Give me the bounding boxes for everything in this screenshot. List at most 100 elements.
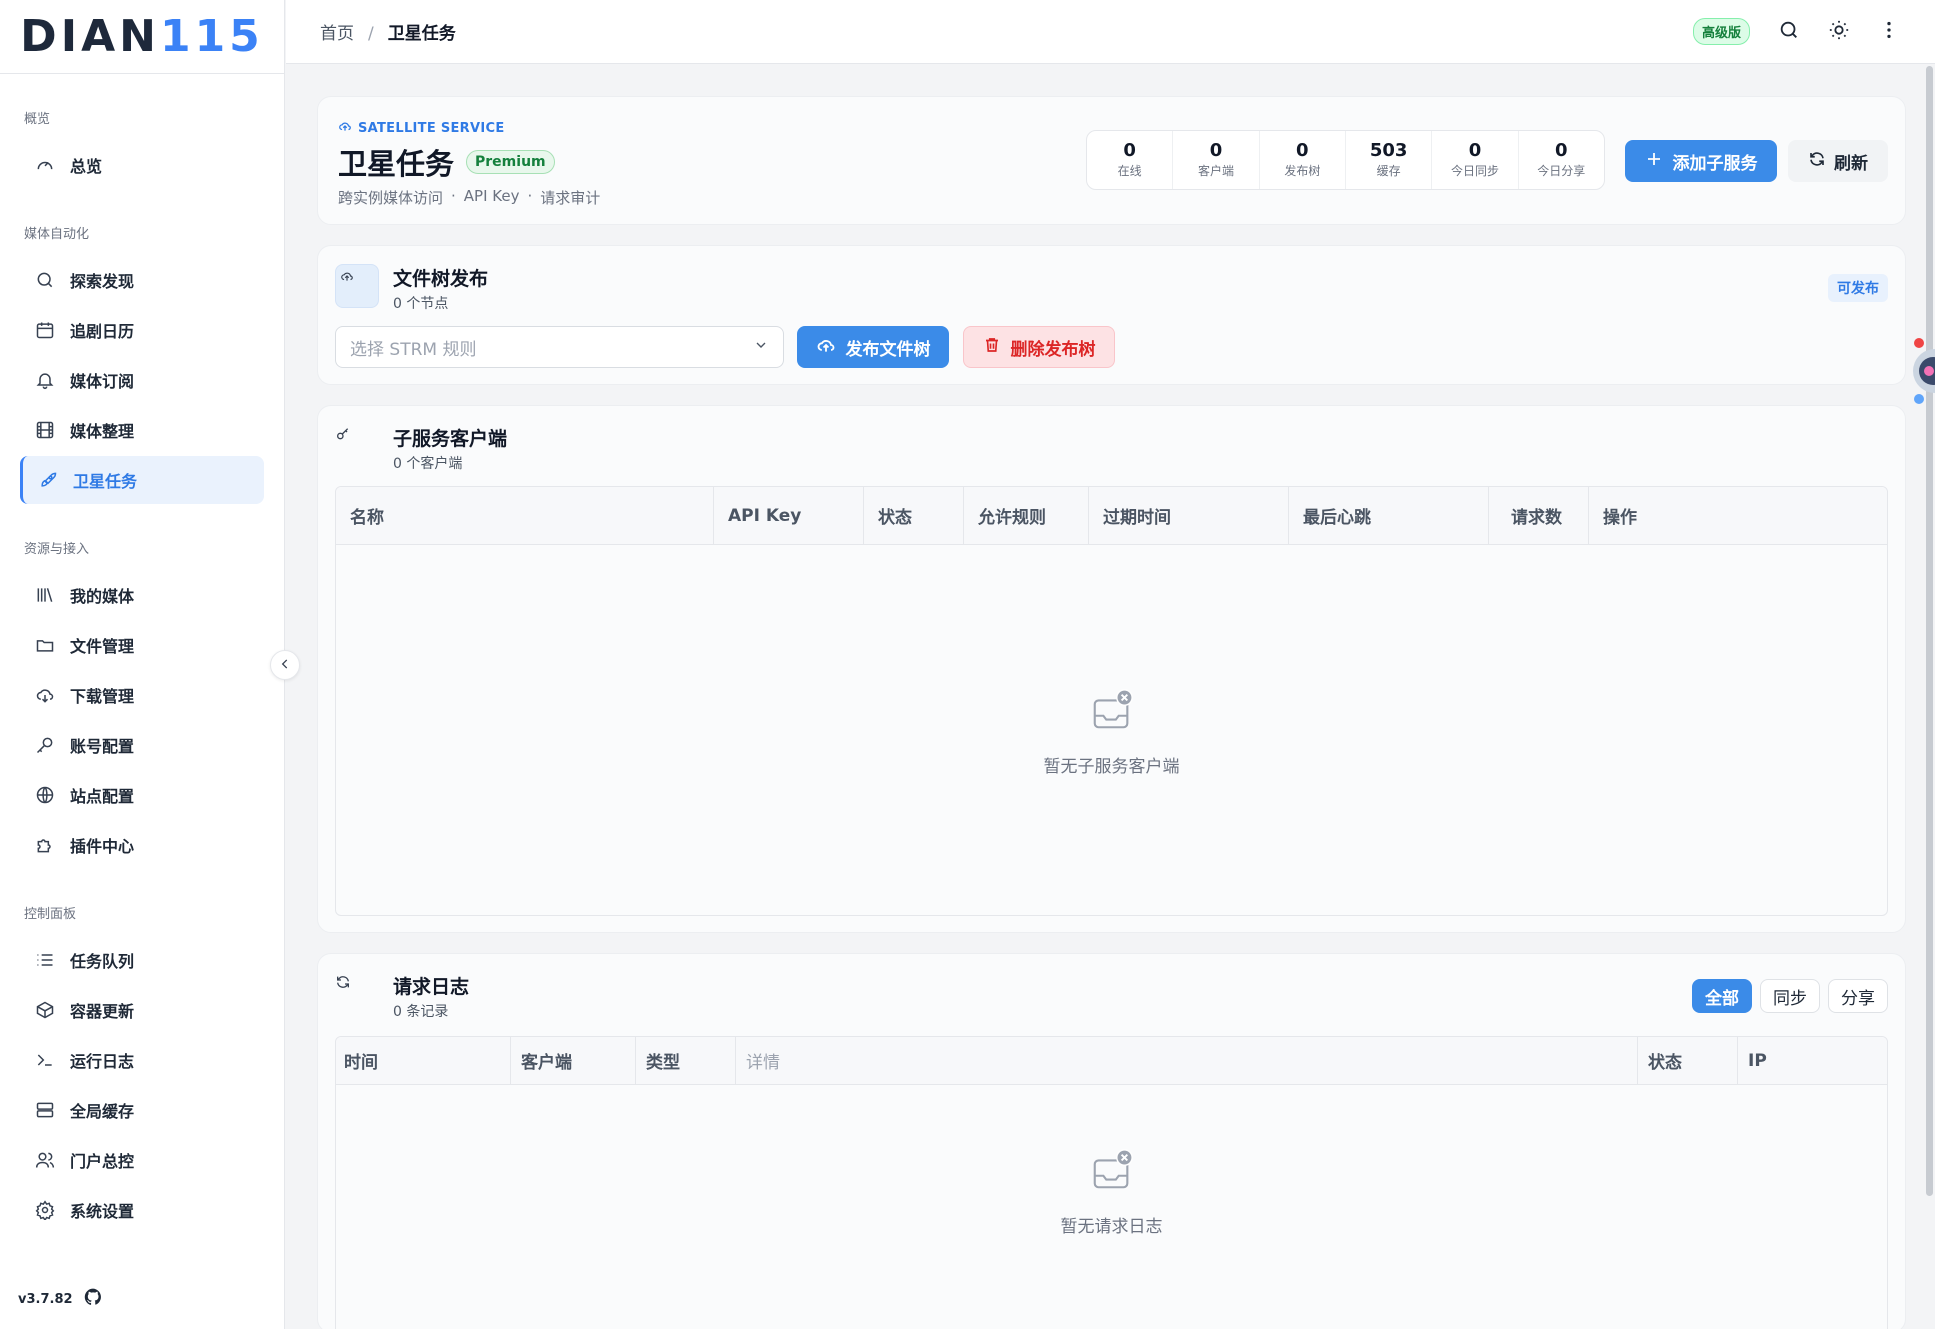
sidebar-item-calendar[interactable]: 追剧日历 [20, 306, 264, 354]
sidebar-nav: 概览 总览 媒体自动化 探索发现 追剧日历 媒体订阅 媒体整理 卫星任务 资源与… [0, 74, 284, 1234]
cloud-upload-icon [335, 264, 379, 308]
sidebar-item-task-queue[interactable]: 任务队列 [20, 936, 264, 984]
topbar-actions: 高级版 [1692, 18, 1900, 45]
gauge-icon [34, 154, 56, 176]
puzzle-icon [34, 834, 56, 856]
breadcrumb-home[interactable]: 首页 [320, 24, 354, 44]
section-title: 请求日志 [393, 976, 470, 998]
column-header[interactable]: 最后心跳 [1289, 487, 1489, 544]
column-header[interactable]: 详情 [736, 1037, 1638, 1084]
sun-icon[interactable] [1828, 19, 1850, 45]
filter-all-button[interactable]: 全部 [1692, 979, 1752, 1013]
server-icon [34, 1099, 56, 1121]
column-header[interactable]: 状态 [864, 487, 964, 544]
empty-inbox-icon [1089, 687, 1135, 738]
key-icon [34, 734, 56, 756]
logo[interactable]: DIAN115 [0, 0, 284, 74]
strm-rule-select[interactable]: 选择 STRM 规则 [335, 326, 784, 368]
more-vertical-icon[interactable] [1878, 19, 1900, 45]
tier-badge: Premium [466, 150, 555, 174]
request-logs-card: 请求日志 0 条记录 全部 同步 分享 时间 客户端 类型 详情 状态 IP 暂… [317, 953, 1906, 1329]
delete-tree-button[interactable]: 删除发布树 [963, 326, 1115, 368]
key-icon [335, 426, 351, 446]
column-header[interactable]: 时间 [336, 1037, 511, 1084]
column-header[interactable]: 客户端 [511, 1037, 636, 1084]
sidebar-item-overview[interactable]: 总览 [20, 141, 264, 189]
subservice-clients-card: 子服务客户端 0 个客户端 名称 API Key 状态 允许规则 过期时间 最后… [317, 405, 1906, 933]
nav-group-label: 资源与接入 [24, 542, 90, 557]
github-icon[interactable] [83, 1287, 103, 1311]
sidebar-item-label: 卫星任务 [73, 472, 138, 491]
clients-table: 名称 API Key 状态 允许规则 过期时间 最后心跳 请求数 操作 暂无子服… [335, 486, 1888, 916]
add-subservice-button[interactable]: 添加子服务 [1625, 140, 1777, 182]
sidebar-item-sites[interactable]: 站点配置 [20, 771, 264, 819]
section-title: 文件树发布 [393, 268, 489, 290]
section-subtitle: 0 条记录 [393, 1004, 449, 1020]
empty-inbox-icon [1089, 1147, 1135, 1198]
sidebar-item-label: 我的媒体 [70, 587, 135, 606]
stats-panel: 0 在线 0 客户端 0 发布树 503 缓存 0 今日同步 0 今日分享 [1086, 130, 1605, 190]
calendar-icon [34, 319, 56, 341]
log-filter-group: 全部 同步 分享 [1692, 979, 1888, 1013]
plus-icon [1645, 150, 1663, 173]
service-subtitle: 跨实例媒体访问 · API Key · 请求审计 [338, 187, 601, 207]
sidebar-item-container-update[interactable]: 容器更新 [20, 986, 264, 1034]
gear-icon [34, 1199, 56, 1221]
sidebar-item-plugins[interactable]: 插件中心 [20, 821, 264, 869]
section-subtitle: 0 个节点 [393, 296, 449, 312]
sidebar-item-accounts[interactable]: 账号配置 [20, 721, 264, 769]
sidebar-item-label: 运行日志 [70, 1052, 135, 1071]
sidebar-item-cache[interactable]: 全局缓存 [20, 1086, 264, 1134]
library-icon [34, 584, 56, 606]
nav-group-label: 概览 [24, 112, 51, 127]
refresh-icon [1808, 150, 1826, 173]
search-icon[interactable] [1778, 19, 1800, 45]
sidebar-item-label: 媒体整理 [70, 422, 135, 441]
sidebar-item-label: 总览 [70, 157, 103, 176]
column-header[interactable]: 请求数 [1489, 487, 1589, 544]
sidebar-item-label: 门户总控 [70, 1152, 135, 1171]
sidebar-item-logs[interactable]: 运行日志 [20, 1036, 264, 1084]
column-header[interactable]: 名称 [336, 487, 714, 544]
stat-sync-today: 0 今日同步 [1432, 131, 1519, 189]
filter-sync-button[interactable]: 同步 [1760, 979, 1820, 1013]
assistant-robot-icon[interactable] [1903, 335, 1935, 409]
sidebar-item-label: 探索发现 [70, 272, 135, 291]
sidebar-item-satellite[interactable]: 卫星任务 [20, 456, 264, 504]
page-scrollbar[interactable] [1926, 66, 1933, 1196]
sidebar-item-my-media[interactable]: 我的媒体 [20, 571, 264, 619]
sidebar-item-discover[interactable]: 探索发现 [20, 256, 264, 304]
sidebar-item-downloads[interactable]: 下载管理 [20, 671, 264, 719]
sidebar-collapse-button[interactable] [270, 650, 300, 680]
sidebar-item-subscribe[interactable]: 媒体订阅 [20, 356, 264, 404]
rocket-icon [37, 469, 59, 491]
column-header[interactable]: 过期时间 [1089, 487, 1289, 544]
sidebar-item-files[interactable]: 文件管理 [20, 621, 264, 669]
column-header[interactable]: 状态 [1638, 1037, 1738, 1084]
stat-share-today: 0 今日分享 [1537, 139, 1586, 179]
breadcrumb: 首页 / 卫星任务 [320, 19, 456, 44]
sidebar-item-settings[interactable]: 系统设置 [20, 1186, 264, 1234]
terminal-icon [34, 1049, 56, 1071]
column-header[interactable]: 类型 [636, 1037, 736, 1084]
sidebar-footer: v3.7.82 [18, 1287, 103, 1311]
sidebar-item-label: 容器更新 [70, 1002, 135, 1021]
sidebar-item-organize[interactable]: 媒体整理 [20, 406, 264, 454]
column-header[interactable]: 操作 [1589, 487, 1887, 544]
refresh-button[interactable]: 刷新 [1788, 140, 1888, 182]
column-header[interactable]: IP [1738, 1037, 1887, 1084]
page-title: 卫星任务 [338, 147, 455, 181]
sidebar-item-label: 账号配置 [70, 737, 135, 756]
filter-share-button[interactable]: 分享 [1828, 979, 1888, 1013]
folder-icon [34, 634, 56, 656]
empty-state: 暂无请求日志 [336, 1147, 1887, 1237]
column-header[interactable]: 允许规则 [964, 487, 1089, 544]
publish-tree-button[interactable]: 发布文件树 [797, 326, 949, 368]
column-header[interactable]: API Key [714, 487, 864, 544]
stat-online: 0 在线 [1087, 131, 1174, 189]
sidebar-item-portal[interactable]: 门户总控 [20, 1136, 264, 1184]
box-icon [34, 999, 56, 1021]
section-title: 子服务客户端 [393, 428, 508, 450]
logs-table: 时间 客户端 类型 详情 状态 IP 暂无请求日志 [335, 1036, 1888, 1329]
search-icon [34, 269, 56, 291]
